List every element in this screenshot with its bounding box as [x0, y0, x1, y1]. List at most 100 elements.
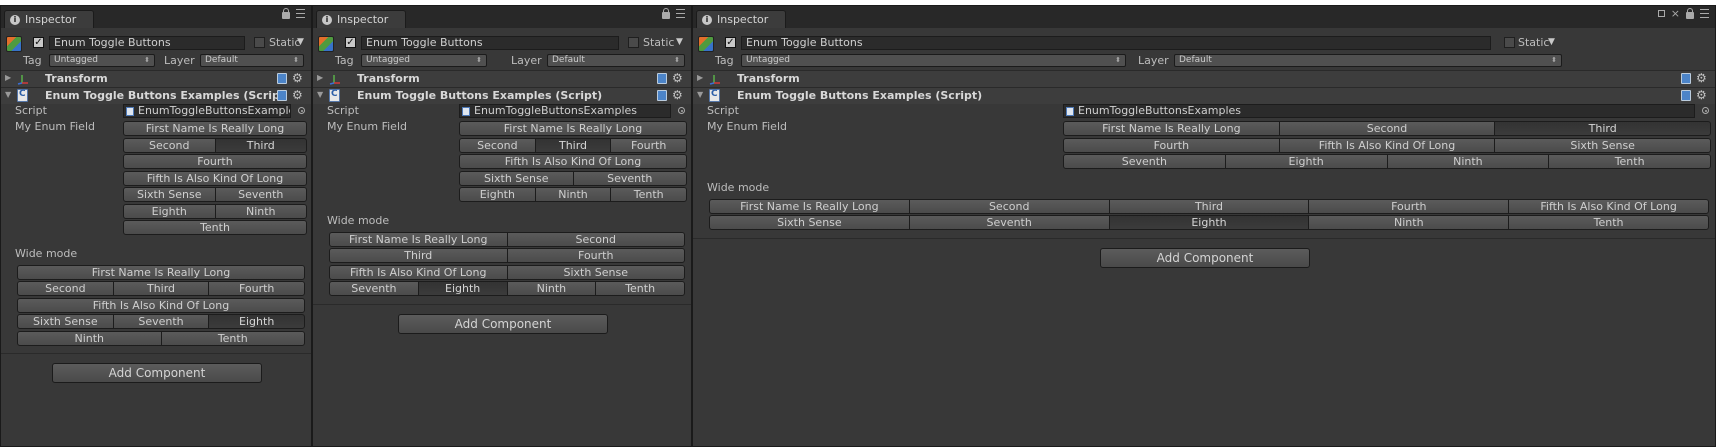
script-component-header[interactable]: ▼ Enum Toggle Buttons Examples (Script) …	[693, 87, 1715, 104]
enum-toggle-button[interactable]: Fifth Is Also Kind Of Long	[123, 170, 307, 186]
wide-toggle-button[interactable]: Eighth	[1108, 215, 1310, 230]
enum-toggle-button[interactable]: Tenth	[1548, 154, 1711, 169]
wide-toggle-button[interactable]: Third	[1108, 198, 1310, 214]
enum-toggle-button[interactable]: Sixth Sense	[459, 170, 574, 186]
enum-toggle-button[interactable]: Sixth Sense	[1494, 137, 1712, 153]
wide-toggle-button[interactable]: Fifth Is Also Kind Of Long	[1508, 198, 1709, 214]
wide-toggle-button[interactable]: Seventh	[908, 215, 1110, 230]
enum-toggle-button[interactable]: Eighth	[1224, 154, 1388, 169]
add-component-button[interactable]: Add Component	[52, 363, 262, 383]
layer-dropdown[interactable]: Default ⬍	[200, 54, 304, 67]
object-name-field[interactable]: Enum Toggle Buttons	[49, 36, 245, 50]
enum-toggle-button[interactable]: Second	[459, 137, 536, 153]
enum-toggle-button[interactable]: Third	[534, 137, 612, 153]
layer-dropdown[interactable]: Default ⬍	[1174, 54, 1562, 67]
static-checkbox[interactable]	[1504, 37, 1515, 48]
enum-toggle-button[interactable]: Seventh	[572, 170, 687, 186]
foldout-collapsed-icon[interactable]: ▶	[697, 73, 703, 82]
enum-toggle-button[interactable]: First Name Is Really Long	[459, 121, 687, 136]
wide-toggle-button[interactable]: Second	[17, 281, 114, 296]
tag-dropdown[interactable]: Untagged ⬍	[741, 54, 1126, 67]
enum-toggle-button[interactable]: Third	[214, 137, 307, 153]
transform-header[interactable]: ▶ Transform ⚙	[693, 70, 1715, 87]
script-object-field[interactable]: EnumToggleButtonsExamples	[1063, 104, 1695, 118]
close-icon[interactable]: ×	[1671, 8, 1680, 19]
wide-toggle-button[interactable]: Fourth	[506, 248, 685, 263]
enum-toggle-button[interactable]: Eighth	[459, 187, 536, 202]
maximize-icon[interactable]	[1657, 10, 1665, 17]
wide-toggle-button[interactable]: Ninth	[1308, 215, 1510, 230]
gear-icon[interactable]: ⚙	[672, 71, 683, 85]
wide-toggle-button[interactable]: Seventh	[329, 281, 419, 296]
static-checkbox[interactable]	[628, 37, 639, 48]
static-dropdown-arrow-icon[interactable]: ▼	[676, 37, 683, 47]
enum-toggle-button[interactable]: Fourth	[1063, 137, 1280, 153]
gear-icon[interactable]: ⚙	[672, 88, 683, 102]
wide-toggle-button[interactable]: Fifth Is Also Kind Of Long	[17, 297, 305, 313]
wide-toggle-button[interactable]: Third	[112, 281, 210, 296]
enum-toggle-button[interactable]: Tenth	[610, 187, 688, 202]
script-object-field[interactable]: EnumToggleButtonsExamples	[459, 104, 671, 118]
object-picker-icon[interactable]	[1702, 107, 1709, 114]
enum-toggle-button[interactable]: Eighth	[123, 203, 216, 219]
wide-toggle-button[interactable]: Sixth Sense	[17, 314, 114, 329]
wide-toggle-button[interactable]: Eighth	[208, 314, 306, 329]
object-name-field[interactable]: Enum Toggle Buttons	[361, 36, 619, 50]
enum-toggle-button[interactable]: Fifth Is Also Kind Of Long	[459, 154, 687, 169]
enum-toggle-button[interactable]: Ninth	[214, 203, 307, 219]
wide-toggle-button[interactable]: First Name Is Really Long	[709, 198, 910, 214]
enum-toggle-button[interactable]: Second	[1278, 121, 1496, 136]
enum-toggle-button[interactable]: First Name Is Really Long	[1063, 121, 1280, 136]
wide-toggle-button[interactable]: Fourth	[1308, 198, 1510, 214]
add-component-button[interactable]: Add Component	[1100, 247, 1310, 268]
enum-toggle-button[interactable]: Third	[1494, 121, 1712, 136]
enum-toggle-button[interactable]: Second	[123, 137, 216, 153]
transform-header[interactable]: ▶ Transform ⚙	[1, 70, 311, 87]
wide-toggle-button[interactable]: Fourth	[208, 281, 306, 296]
enum-toggle-button[interactable]: Fourth	[610, 137, 688, 153]
lock-icon[interactable]	[1686, 8, 1694, 19]
tab-inspector[interactable]: i Inspector	[4, 10, 94, 28]
tag-dropdown[interactable]: Untagged ⬍	[361, 54, 487, 67]
help-book-icon[interactable]	[1681, 90, 1691, 101]
object-picker-icon[interactable]	[678, 107, 685, 114]
gear-icon[interactable]: ⚙	[292, 88, 303, 102]
object-picker-icon[interactable]	[298, 107, 305, 114]
wide-toggle-button[interactable]: First Name Is Really Long	[17, 264, 305, 280]
menu-icon[interactable]	[1700, 9, 1709, 18]
enum-toggle-button[interactable]: Ninth	[534, 187, 612, 202]
script-object-field[interactable]: EnumToggleButtonsExamples	[123, 104, 291, 118]
wide-toggle-button[interactable]: Eighth	[417, 281, 508, 296]
wide-toggle-button[interactable]: Second	[908, 198, 1110, 214]
wide-toggle-button[interactable]: Ninth	[506, 281, 597, 296]
transform-header[interactable]: ▶ Transform ⚙	[313, 70, 691, 87]
wide-toggle-button[interactable]: Tenth	[160, 330, 305, 346]
enum-toggle-button[interactable]: Ninth	[1386, 154, 1550, 169]
wide-toggle-button[interactable]: Second	[506, 231, 685, 247]
enum-toggle-button[interactable]: Sixth Sense	[123, 187, 216, 202]
active-checkbox[interactable]: ✓	[345, 37, 356, 48]
tab-inspector[interactable]: i Inspector	[696, 10, 786, 28]
active-checkbox[interactable]: ✓	[33, 37, 44, 48]
enum-toggle-button[interactable]: Tenth	[123, 220, 307, 235]
wide-toggle-button[interactable]: Seventh	[112, 314, 210, 329]
enum-toggle-button[interactable]: Fourth	[123, 154, 307, 169]
wide-toggle-button[interactable]: Sixth Sense	[506, 264, 685, 280]
wide-toggle-button[interactable]: Tenth	[595, 281, 685, 296]
layer-dropdown[interactable]: Default ⬍	[547, 54, 685, 67]
foldout-collapsed-icon[interactable]: ▶	[317, 73, 323, 82]
tag-dropdown[interactable]: Untagged ⬍	[49, 54, 155, 67]
enum-toggle-button[interactable]: Seventh	[1063, 154, 1226, 169]
script-component-header[interactable]: ▼ Enum Toggle Buttons Examples (Script) …	[313, 87, 691, 104]
lock-icon[interactable]	[282, 8, 290, 19]
gear-icon[interactable]: ⚙	[292, 71, 303, 85]
foldout-collapsed-icon[interactable]: ▶	[5, 73, 11, 82]
foldout-expanded-icon[interactable]: ▼	[5, 90, 11, 99]
gear-icon[interactable]: ⚙	[1696, 71, 1707, 85]
enum-toggle-button[interactable]: Fifth Is Also Kind Of Long	[1278, 137, 1496, 153]
wide-toggle-button[interactable]: First Name Is Really Long	[329, 231, 508, 247]
menu-icon[interactable]	[296, 9, 305, 18]
menu-icon[interactable]	[676, 9, 685, 18]
wide-toggle-button[interactable]: Sixth Sense	[709, 215, 910, 230]
add-component-button[interactable]: Add Component	[398, 313, 608, 334]
